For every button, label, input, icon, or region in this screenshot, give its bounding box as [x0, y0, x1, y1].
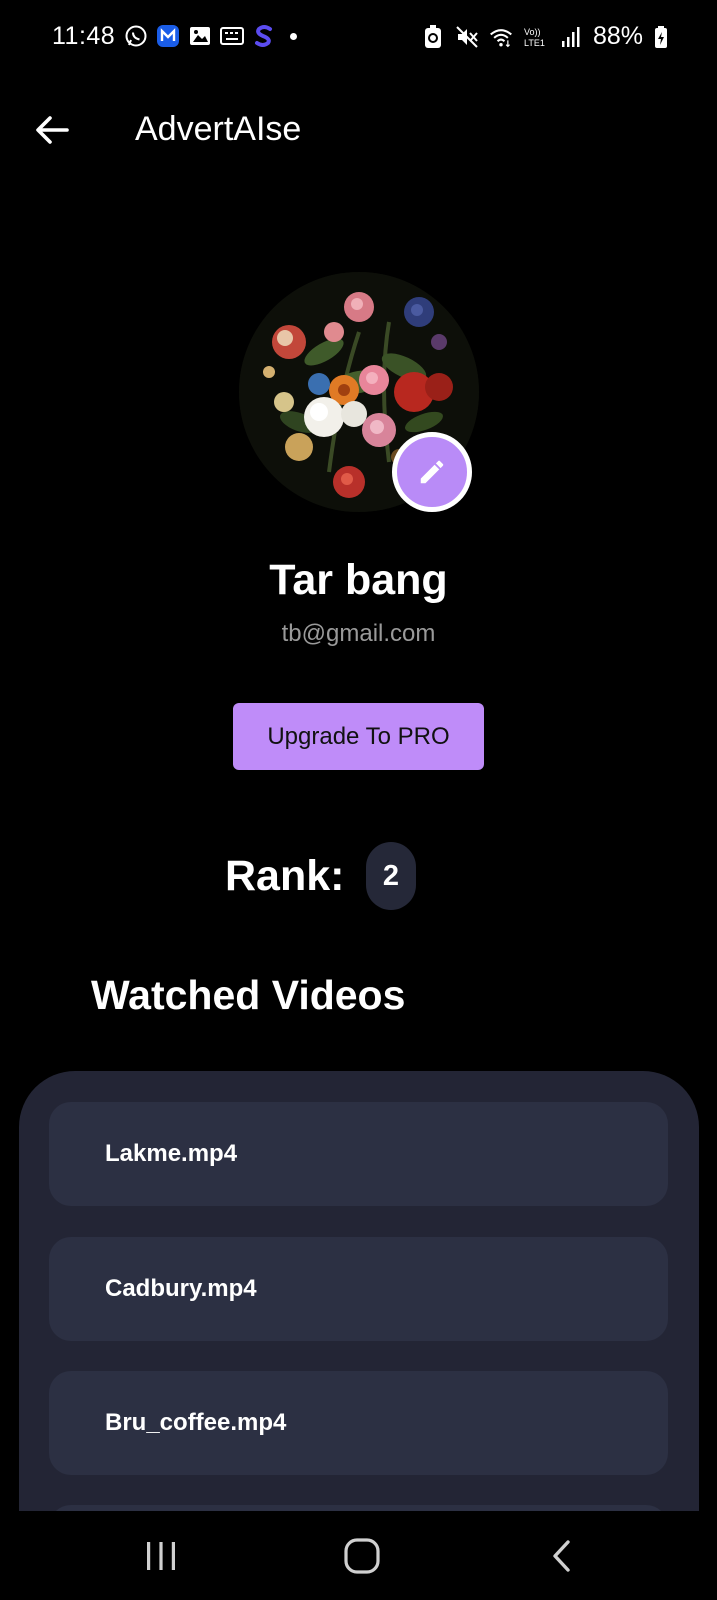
signal-icon: [559, 25, 583, 49]
watched-videos-title: Watched Videos: [91, 972, 406, 1018]
back-chevron-icon: [553, 1540, 570, 1572]
video-item-label: Bru_coffee.mp4: [105, 1409, 287, 1436]
wifi-icon: [489, 25, 513, 49]
arrow-left-icon: [36, 116, 69, 144]
status-notification-icons: [124, 24, 297, 48]
system-back-button[interactable]: [532, 1533, 592, 1579]
app-title: AdvertAIse: [135, 110, 302, 148]
rank-badge: 2: [366, 842, 416, 910]
battery-percentage: 88%: [592, 22, 643, 50]
back-button[interactable]: [30, 108, 74, 152]
home-icon: [344, 1538, 380, 1574]
battery-saver-icon: [421, 24, 445, 49]
user-email: tb@gmail.com: [281, 620, 436, 647]
rank-label: Rank:: [225, 852, 345, 900]
video-item-lakme[interactable]: Lakme.mp4: [49, 1102, 668, 1206]
dot-icon: [290, 32, 297, 40]
video-item-cadbury[interactable]: Cadbury.mp4: [49, 1237, 668, 1341]
whatsapp-icon: [124, 24, 148, 48]
recents-button[interactable]: [131, 1533, 191, 1579]
user-name: Tar bang: [269, 556, 448, 604]
video-item-label: Lakme.mp4: [105, 1140, 238, 1167]
gallery-icon: [188, 24, 212, 48]
volte-icon: Vo)) LTE1: [523, 25, 549, 49]
video-item-bru-coffee[interactable]: Bru_coffee.mp4: [49, 1371, 668, 1475]
battery-icon: [653, 25, 669, 49]
watched-videos-list: Lakme.mp4 Cadbury.mp4 Bru_coffee.mp4: [19, 1071, 699, 1511]
home-button[interactable]: [332, 1533, 392, 1579]
system-nav-bar: [0, 1511, 717, 1600]
svg-text:LTE1: LTE1: [524, 38, 545, 48]
s-app-icon: [252, 24, 276, 48]
recents-icon: [147, 1542, 175, 1570]
upgrade-to-pro-button[interactable]: Upgrade To PRO: [233, 703, 484, 770]
profile-avatar-container: [239, 272, 479, 512]
pencil-icon: [420, 460, 444, 484]
video-item-label: Cadbury.mp4: [105, 1275, 257, 1302]
mute-icon: [455, 25, 479, 49]
status-bar: 11:48 Vo)) LTE1 88%: [0, 0, 717, 76]
keyboard-icon: [220, 24, 244, 48]
edit-avatar-button[interactable]: [392, 432, 472, 512]
status-time: 11:48: [52, 22, 116, 50]
m-app-icon: [156, 24, 180, 48]
app-bar: AdvertAIse: [0, 100, 717, 160]
svg-text:Vo)): Vo)): [524, 27, 541, 37]
status-system-icons: Vo)) LTE1 88%: [421, 22, 669, 51]
